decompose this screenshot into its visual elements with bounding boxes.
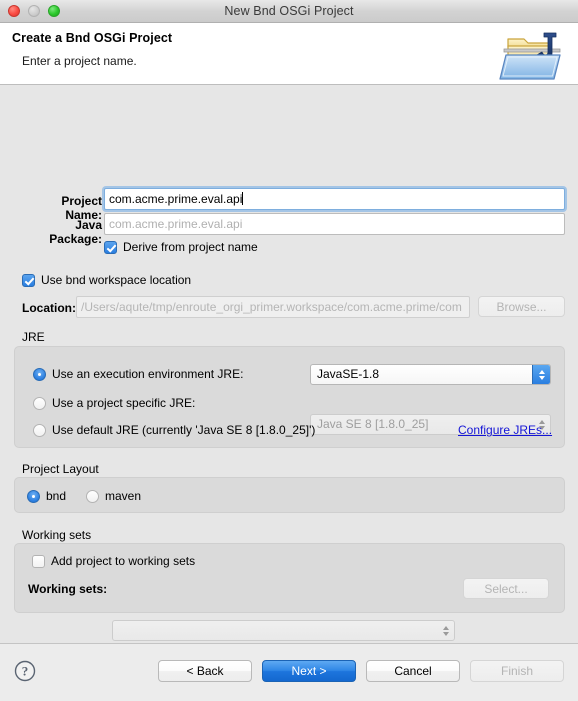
radio-dot[interactable] [86,489,99,503]
project-name-value: com.acme.prime.eval.api [109,192,243,206]
close-button[interactable] [8,5,20,17]
use-bnd-workspace-location-label: Use bnd workspace location [41,273,192,287]
svg-text:?: ? [22,664,29,679]
minimize-button[interactable] [28,5,40,17]
radio-dot[interactable] [33,423,46,437]
dialog-body: Project Name: com.acme.prime.eval.api Ja… [0,85,578,643]
chevron-updown-icon[interactable] [437,621,454,640]
radio-dot[interactable] [27,489,40,503]
checkbox-box[interactable] [104,240,117,254]
radio-dot[interactable] [33,396,46,410]
jre-group-label: JRE [22,330,45,344]
checkbox-box[interactable] [32,554,45,568]
text-caret [242,192,244,205]
add-project-to-working-sets-checkbox[interactable]: Add project to working sets [32,554,195,568]
radio-use-execution-environment-jre[interactable]: Use an execution environment JRE: [33,367,243,381]
use-bnd-workspace-location-checkbox[interactable]: Use bnd workspace location [22,273,191,287]
project-specific-jre-combo-value: Java SE 8 [1.8.0_25] [317,417,429,431]
working-sets-select-button[interactable]: Select... [463,578,549,599]
next-button[interactable]: Next > [262,660,356,682]
radio-use-default-jre[interactable]: Use default JRE (currently 'Java SE 8 [1… [33,423,315,437]
radio-label: Use a project specific JRE: [52,396,196,410]
project-name-input[interactable]: com.acme.prime.eval.api [104,188,565,210]
page-title: Create a Bnd OSGi Project [12,31,173,45]
add-project-to-working-sets-label: Add project to working sets [51,554,196,568]
project-layout-group-label: Project Layout [22,462,99,476]
radio-label: Use default JRE (currently 'Java SE 8 [1… [52,423,316,437]
location-label: Location: [22,301,76,315]
radio-project-layout-maven[interactable]: maven [86,489,141,503]
radio-label: bnd [46,489,67,503]
footer-button-group: < Back Next > Cancel Finish [158,660,564,682]
configure-jres-link[interactable]: Configure JREs... [458,423,552,437]
java-package-label: Java Package: [49,218,102,246]
checkbox-box[interactable] [22,273,35,287]
help-icon[interactable]: ? [14,660,36,682]
cancel-button[interactable]: Cancel [366,660,460,682]
dialog-window: New Bnd OSGi Project Create a Bnd OSGi P… [0,0,578,701]
radio-label: Use an execution environment JRE: [52,367,244,381]
page-subtitle: Enter a project name. [22,54,137,68]
radio-project-layout-bnd[interactable]: bnd [27,489,66,503]
chevron-updown-icon[interactable] [532,365,550,384]
radio-dot[interactable] [33,367,46,381]
execution-environment-combo[interactable]: JavaSE-1.8 [310,364,551,385]
finish-button[interactable]: Finish [470,660,564,682]
window-controls [8,0,60,22]
wizard-header: Create a Bnd OSGi Project Enter a projec… [0,23,578,85]
browse-button[interactable]: Browse... [478,296,565,317]
new-java-project-folder-icon [498,27,570,83]
title-bar: New Bnd OSGi Project [0,0,578,23]
back-button[interactable]: < Back [158,660,252,682]
working-sets-group-label: Working sets [22,528,92,542]
execution-environment-combo-value: JavaSE-1.8 [317,367,380,381]
location-input[interactable]: /Users/aqute/tmp/enroute_orgi_primer.wor… [76,296,470,318]
zoom-button[interactable] [48,5,60,17]
radio-use-project-specific-jre[interactable]: Use a project specific JRE: [33,396,195,410]
derive-from-project-name-checkbox[interactable]: Derive from project name [104,240,258,254]
radio-label: maven [105,489,142,503]
window-title: New Bnd OSGi Project [224,4,354,18]
dialog-footer: ? < Back Next > Cancel Finish [0,643,578,701]
java-package-input[interactable]: com.acme.prime.eval.api [104,213,565,235]
derive-from-project-name-label: Derive from project name [123,240,258,254]
working-sets-select-label: Working sets: [28,582,108,596]
working-sets-combo[interactable] [112,620,455,641]
